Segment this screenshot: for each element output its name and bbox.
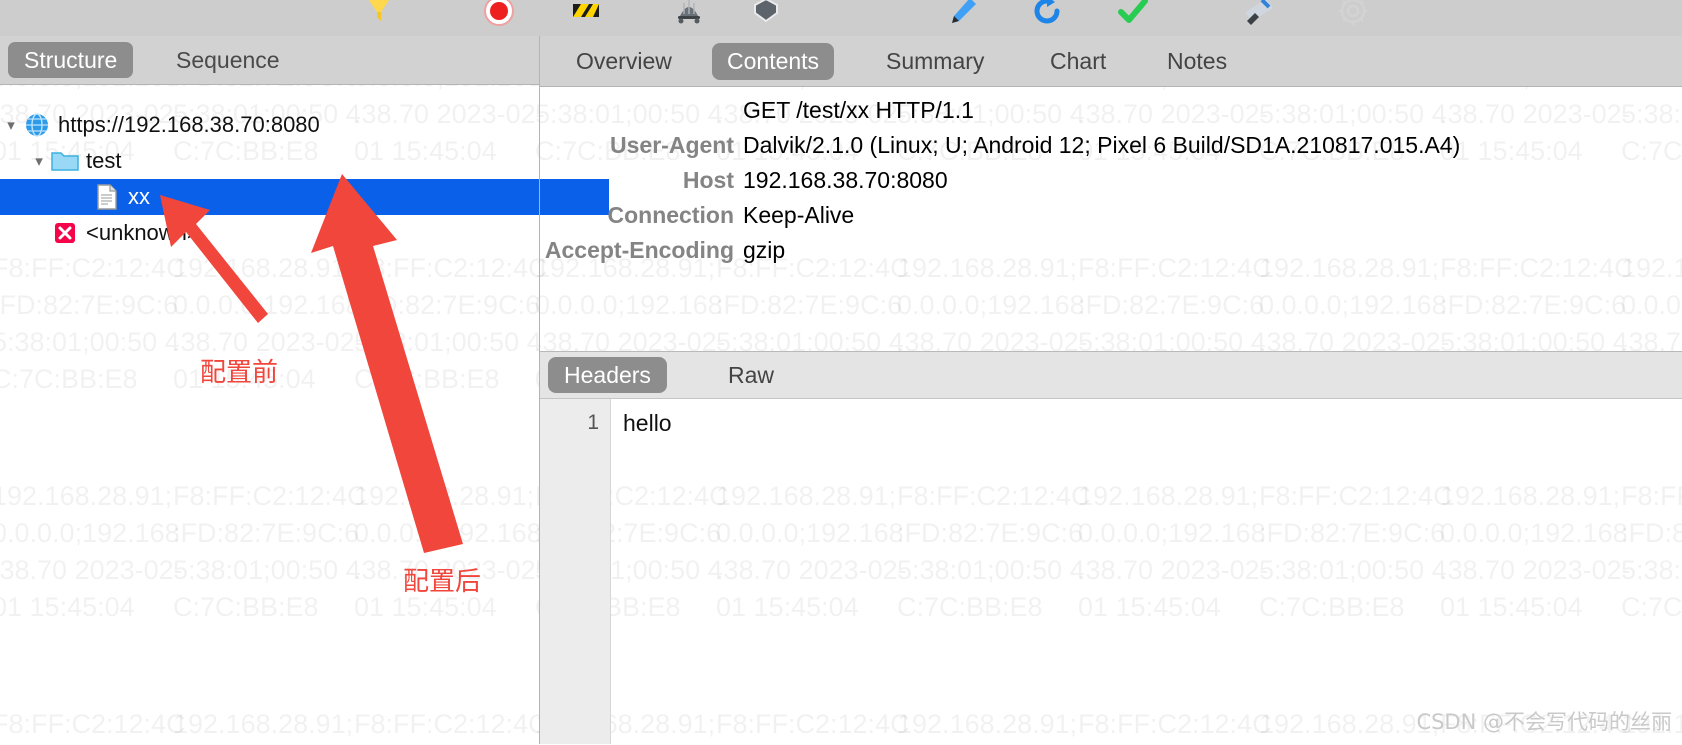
header-value: gzip bbox=[743, 237, 786, 263]
throttle-icon[interactable] bbox=[668, 0, 710, 32]
compose-icon[interactable] bbox=[942, 0, 984, 32]
tab-structure[interactable]: Structure bbox=[8, 42, 134, 78]
header-row: User-Agent Dalvik/2.1.0 (Linux; U; Andro… bbox=[540, 132, 1682, 167]
tree-node-unknown[interactable]: <unknown> bbox=[0, 215, 567, 251]
tab-overview[interactable]: Overview bbox=[561, 43, 687, 80]
header-row: Connection Keep-Alive bbox=[540, 202, 1682, 237]
chevron-down-icon[interactable]: ▾ bbox=[0, 118, 22, 133]
tree-node-host-label: https://192.168.38.70:8080 bbox=[58, 112, 320, 137]
tab-chart-label: Chart bbox=[1050, 48, 1107, 74]
funnel-icon[interactable] bbox=[358, 0, 400, 32]
tab-raw-label: Raw bbox=[728, 362, 775, 388]
tab-contents[interactable]: Contents bbox=[712, 43, 835, 80]
request-line-value: GET /test/xx HTTP/1.1 bbox=[743, 97, 974, 123]
line-number: 1 bbox=[587, 411, 599, 434]
chevron-down-icon[interactable]: ▾ bbox=[28, 154, 50, 169]
tree-node-xx[interactable]: xx bbox=[0, 179, 609, 215]
tab-overview-label: Overview bbox=[576, 48, 672, 74]
header-row: Host 192.168.38.70:8080 bbox=[540, 167, 1682, 202]
header-value: Dalvik/2.1.0 (Linux; U; Android 12; Pixe… bbox=[743, 132, 1461, 158]
tab-sequence-label: Sequence bbox=[176, 47, 280, 73]
request-headers-panel[interactable]: GET /test/xx HTTP/1.1 User-Agent Dalvik/… bbox=[540, 87, 1682, 352]
header-value: 192.168.38.70:8080 bbox=[743, 167, 948, 193]
body-view-tabbar: Headers Raw bbox=[540, 352, 1682, 399]
body-content-area[interactable]: 1 hello bbox=[540, 399, 1682, 744]
detail-tabbar: Overview Contents Summary Chart Notes bbox=[540, 36, 1682, 87]
left-pane: Structure Sequence ▾ https://192.168.38.… bbox=[0, 36, 609, 745]
tab-headers-label: Headers bbox=[564, 362, 651, 388]
tree-node-test-label: test bbox=[86, 148, 122, 173]
folder-icon bbox=[50, 149, 80, 173]
tree-node-unknown-label: <unknown> bbox=[86, 220, 200, 245]
shield-icon[interactable] bbox=[745, 0, 787, 32]
structure-tree[interactable]: ▾ https://192.168.38.70:8080 ▾ test xx <… bbox=[0, 85, 609, 745]
gear-icon[interactable] bbox=[1332, 0, 1374, 32]
repeat-icon[interactable] bbox=[1026, 0, 1068, 32]
header-name: Accept-Encoding bbox=[544, 237, 734, 263]
header-value: Keep-Alive bbox=[743, 202, 855, 228]
tab-chart[interactable]: Chart bbox=[1035, 43, 1121, 80]
tools-icon[interactable] bbox=[1238, 0, 1280, 32]
tree-node-test[interactable]: ▾ test bbox=[0, 143, 567, 179]
error-icon bbox=[50, 221, 80, 245]
header-name: Host bbox=[682, 167, 734, 193]
csdn-credit-watermark: CSDN @不会写代码的丝丽 bbox=[1416, 710, 1672, 734]
tab-contents-label: Contents bbox=[727, 48, 820, 74]
tree-node-xx-label: xx bbox=[128, 184, 150, 209]
request-line-row: GET /test/xx HTTP/1.1 bbox=[540, 97, 1682, 132]
right-pane: Overview Contents Summary Chart Notes GE… bbox=[540, 36, 1682, 744]
barrier-icon[interactable] bbox=[565, 0, 607, 32]
document-icon bbox=[92, 184, 122, 210]
tab-summary-label: Summary bbox=[886, 48, 985, 74]
validate-icon[interactable] bbox=[1112, 0, 1154, 32]
tree-node-host[interactable]: ▾ https://192.168.38.70:8080 bbox=[0, 107, 539, 143]
body-text[interactable]: hello bbox=[611, 399, 1682, 744]
tab-sequence[interactable]: Sequence bbox=[160, 42, 296, 78]
record-icon[interactable] bbox=[478, 0, 520, 32]
tab-raw[interactable]: Raw bbox=[712, 357, 790, 393]
tab-notes-label: Notes bbox=[1167, 48, 1228, 74]
toolbar bbox=[0, 0, 1682, 37]
structure-sequence-tabbar: Structure Sequence bbox=[0, 36, 539, 85]
globe-icon bbox=[22, 112, 52, 138]
tab-headers[interactable]: Headers bbox=[548, 357, 667, 393]
pane-splitter[interactable] bbox=[539, 36, 540, 744]
header-name: User-Agent bbox=[610, 132, 734, 158]
header-row: Accept-Encoding gzip bbox=[540, 237, 1682, 272]
header-name: Connection bbox=[607, 202, 735, 228]
tab-structure-label: Structure bbox=[24, 47, 118, 73]
line-number-gutter: 1 bbox=[540, 399, 611, 744]
tab-summary[interactable]: Summary bbox=[871, 43, 999, 80]
tab-notes[interactable]: Notes bbox=[1152, 43, 1242, 80]
